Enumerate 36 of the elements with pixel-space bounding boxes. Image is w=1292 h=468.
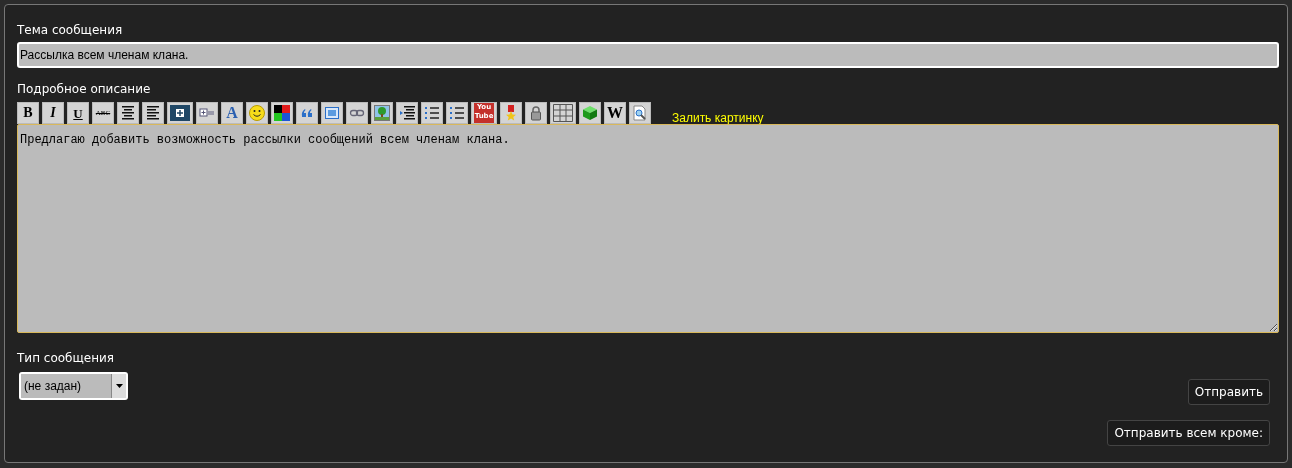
image-icon <box>374 105 390 121</box>
submit-button[interactable]: Отправить <box>1187 379 1270 405</box>
plus-box-icon <box>170 105 190 121</box>
upload-image-link[interactable]: Залить картинку <box>672 112 764 124</box>
subject-field[interactable]: Рассылка всем членам клана. <box>17 42 1279 68</box>
description-field[interactable]: Предлагаю добавить возможность рассылки сообщений всем членам клана. <box>17 124 1279 333</box>
align-icon <box>145 105 161 121</box>
field-label: Тип сообщения <box>17 350 116 366</box>
toolbar-button[interactable] <box>446 102 468 124</box>
toolbar-button[interactable] <box>117 102 139 124</box>
field-label: Подробное описание <box>17 81 152 97</box>
caret-icon <box>115 384 123 388</box>
color-palette-icon <box>274 105 290 121</box>
align-icon <box>120 105 136 121</box>
toolbar-button[interactable] <box>142 102 164 124</box>
wiki-button[interactable]: W <box>604 102 626 124</box>
underline-button[interactable]: U <box>67 102 89 124</box>
align-icon <box>399 105 415 121</box>
list-icon <box>424 105 440 121</box>
toolbar-button[interactable] <box>167 102 193 124</box>
toolbar-button[interactable] <box>271 102 293 124</box>
table-icon <box>553 104 573 122</box>
preview-icon <box>632 105 648 121</box>
smiley-icon <box>249 105 265 121</box>
font-button[interactable]: A <box>221 102 243 124</box>
italic-button[interactable]: I <box>42 102 64 124</box>
toolbar-button[interactable] <box>421 102 443 124</box>
field-label: Тема сообщения <box>17 22 124 38</box>
cube-icon <box>582 105 598 121</box>
lock-icon <box>528 105 544 121</box>
bold-button[interactable]: B <box>17 102 39 124</box>
submit-button[interactable]: Отправить всем кроме: <box>1107 420 1270 446</box>
frame-icon <box>324 105 340 121</box>
type-select[interactable]: (не задан) <box>19 372 128 400</box>
toolbar-button[interactable] <box>396 102 418 124</box>
list-icon <box>449 105 465 121</box>
